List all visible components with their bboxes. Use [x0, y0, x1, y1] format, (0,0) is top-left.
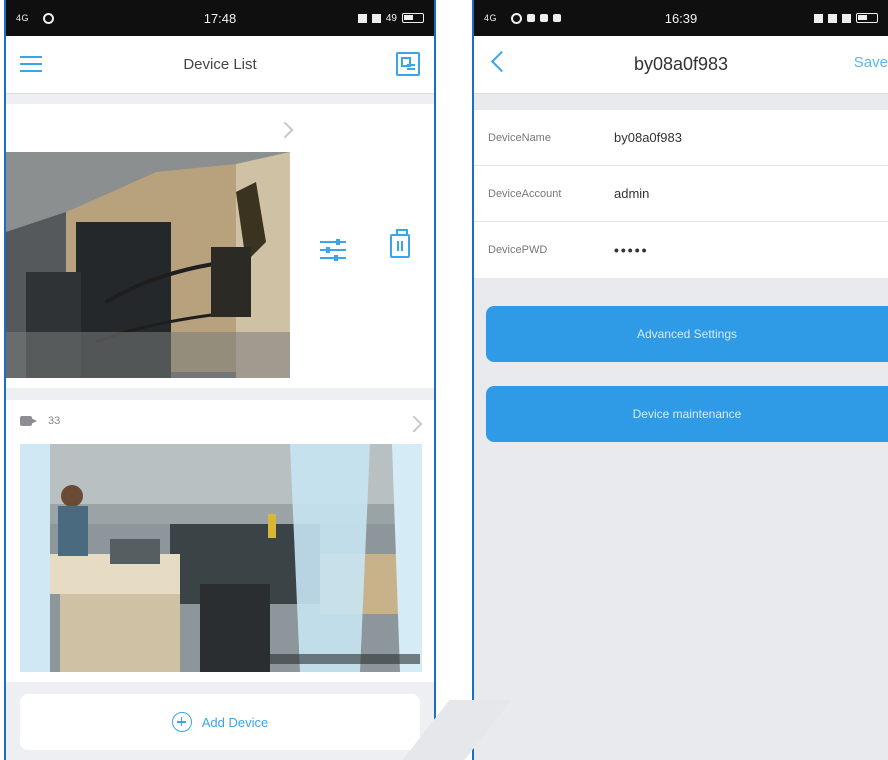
device-account-row: DeviceAccount admin [474, 166, 888, 222]
qr-icon[interactable] [396, 52, 420, 76]
chevron-right-icon[interactable] [405, 415, 423, 433]
device-name-row: DeviceName by08a0f983 [474, 110, 888, 166]
device-maintenance-button[interactable]: Device maintenance [486, 386, 888, 442]
camera-snapshot-image [6, 152, 290, 378]
device-card-1[interactable] [6, 104, 434, 388]
advanced-settings-button[interactable]: Advanced Settings [486, 306, 888, 362]
trash-icon[interactable] [390, 229, 410, 258]
device-settings-screen: 4G 16:39 by08a0f983 Save DeviceName by08… [472, 0, 888, 760]
page-title: Device List [183, 56, 257, 73]
status-bar: 4G 16:39 [474, 0, 888, 36]
add-device-button[interactable]: Add Device [20, 694, 420, 750]
header-bar: by08a0f983 Save [474, 36, 888, 94]
save-button[interactable]: Save [854, 54, 888, 71]
header-bar: Device List [6, 36, 434, 94]
camera-snapshot-image [20, 444, 422, 672]
add-device-label: Add Device [201, 714, 269, 730]
back-chevron-icon[interactable] [490, 50, 513, 73]
camera-icon [20, 414, 38, 428]
device-2-header: 33 [20, 414, 60, 428]
device-form: DeviceName by08a0f983 DeviceAccount admi… [474, 110, 888, 278]
chevron-right-icon[interactable] [276, 121, 294, 139]
device-2-label: 33 [48, 415, 61, 427]
device-pwd-field[interactable]: ••••• [614, 242, 888, 258]
device-pwd-label: DevicePWD [488, 244, 548, 256]
device-list-screen: 4G 17:48 49 Device List 33 Add Device [4, 0, 436, 760]
plus-circle-icon [171, 712, 192, 732]
device-account-label: DeviceAccount [488, 187, 562, 200]
camera-preview-1[interactable] [6, 152, 290, 378]
status-time: 16:39 [664, 10, 698, 26]
device-name-label: DeviceName [488, 131, 551, 144]
device-card-2[interactable]: 33 [6, 400, 434, 682]
camera-preview-2[interactable] [20, 444, 422, 672]
device-name-field[interactable]: by08a0f983 [614, 130, 888, 145]
menu-icon[interactable] [20, 55, 42, 73]
settings-sliders-icon[interactable] [320, 238, 346, 262]
screenshot-stage: 4G 17:48 49 Device List 33 Add Device 4G… [0, 0, 888, 760]
device-pwd-row: DevicePWD ••••• [474, 222, 888, 278]
status-bar: 4G 17:48 49 [6, 0, 434, 36]
battery-icon [856, 13, 878, 23]
battery-icon [402, 13, 424, 23]
device-account-field[interactable]: admin [614, 186, 888, 201]
status-time: 17:48 [203, 10, 237, 26]
page-title: by08a0f983 [633, 54, 729, 74]
